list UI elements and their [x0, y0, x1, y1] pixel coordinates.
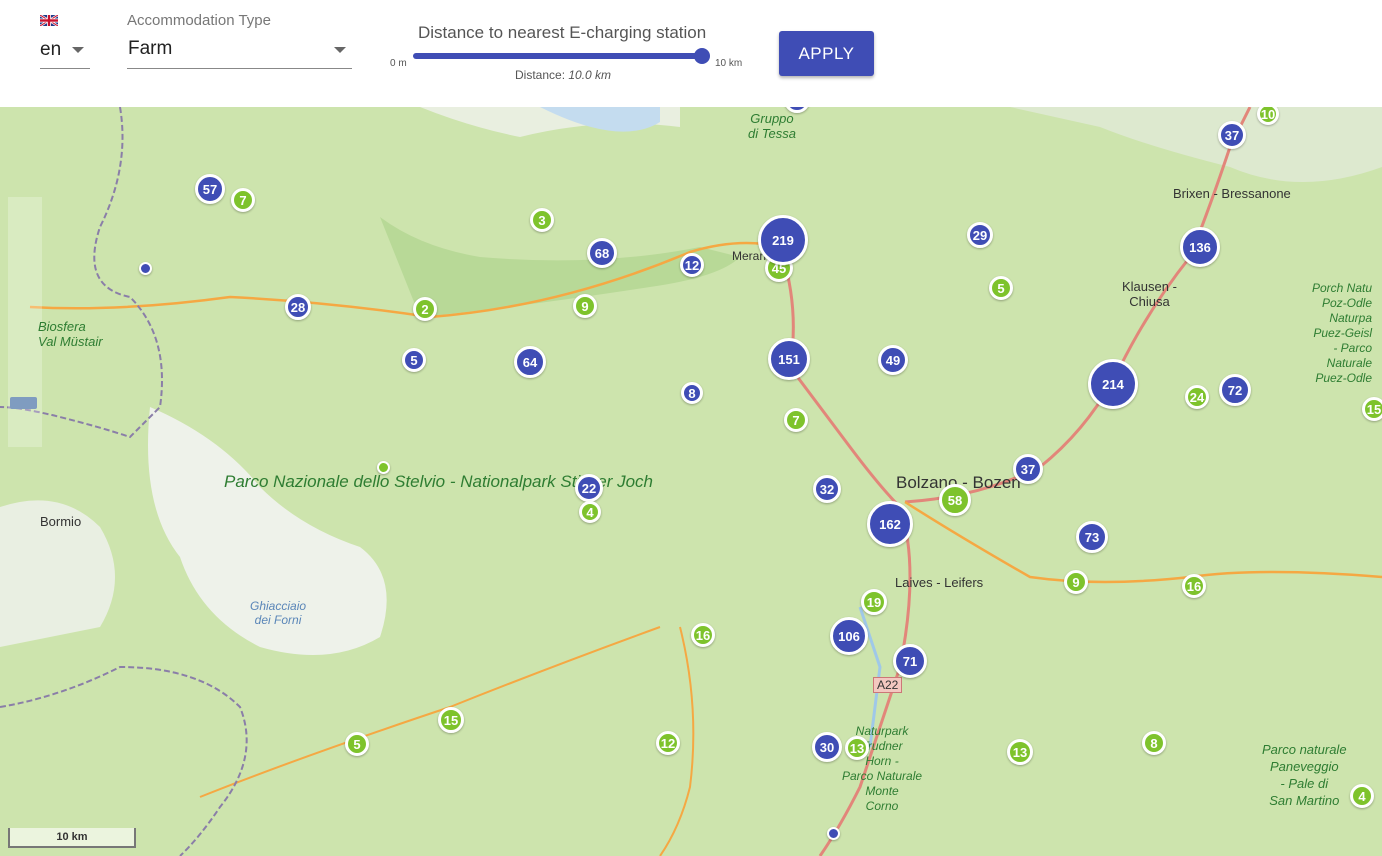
distance-label: Distance to nearest E-charging station — [418, 23, 707, 42]
marker-cluster[interactable]: 9 — [573, 294, 597, 318]
marker-cluster[interactable] — [138, 261, 152, 275]
marker-cluster[interactable]: 2 — [413, 297, 437, 321]
marker-cluster[interactable]: 72 — [1219, 374, 1251, 406]
marker-cluster[interactable]: 151 — [768, 338, 810, 380]
toolbar: en Accommodation Type Farm Distance to n… — [0, 0, 1382, 107]
marker-cluster[interactable]: 5 — [345, 732, 369, 756]
accommodation-type-select[interactable]: Farm — [127, 36, 352, 69]
marker-cluster[interactable] — [376, 460, 390, 474]
marker-cluster[interactable]: 22 — [575, 474, 603, 502]
map[interactable]: Gruppo di Tessa Merano Brixen - Bressano… — [0, 107, 1382, 856]
marker-cluster[interactable]: 58 — [939, 484, 971, 516]
uk-flag-icon — [40, 15, 58, 26]
marker-cluster[interactable]: 37 — [1013, 454, 1043, 484]
marker-cluster[interactable]: 7 — [231, 188, 255, 212]
marker-cluster[interactable]: 7 — [784, 408, 808, 432]
marker-cluster[interactable]: 136 — [1180, 227, 1220, 267]
marker-cluster[interactable]: 9 — [1064, 570, 1088, 594]
marker-cluster[interactable]: 219 — [758, 215, 808, 265]
marker-cluster[interactable]: 5 — [989, 276, 1013, 300]
language-select[interactable]: en — [40, 36, 90, 69]
marker-cluster[interactable]: 32 — [813, 475, 841, 503]
marker-cluster[interactable]: 37 — [1218, 121, 1246, 149]
marker-cluster[interactable]: 71 — [893, 644, 927, 678]
distance-value: 10.0 km — [568, 68, 612, 82]
apply-button[interactable]: APPLY — [779, 31, 874, 76]
distance-prefix: Distance: — [515, 68, 569, 82]
marker-cluster[interactable]: 15 — [1362, 397, 1382, 421]
marker-cluster[interactable]: 4 — [1350, 784, 1374, 808]
marker-cluster[interactable]: 19 — [861, 589, 887, 615]
marker-cluster[interactable]: 24 — [1185, 385, 1209, 409]
marker-cluster[interactable]: 68 — [587, 238, 617, 268]
marker-cluster[interactable]: 64 — [514, 346, 546, 378]
marker-cluster[interactable]: 57 — [195, 174, 225, 204]
scale-bar: 10 km — [8, 828, 136, 848]
marker-cluster[interactable]: 16 — [691, 623, 715, 647]
accommodation-type-label: Accommodation Type — [127, 12, 271, 29]
marker-cluster[interactable]: 10 — [1257, 107, 1279, 125]
marker-cluster[interactable]: 16 — [1182, 574, 1206, 598]
marker-cluster[interactable] — [784, 107, 810, 113]
chevron-down-icon — [334, 47, 346, 53]
distance-slider-track[interactable] — [413, 53, 705, 59]
marker-cluster[interactable]: 29 — [967, 222, 993, 248]
marker-cluster[interactable]: 73 — [1076, 521, 1108, 553]
marker-cluster[interactable]: 5 — [402, 348, 426, 372]
marker-cluster[interactable]: 12 — [656, 731, 680, 755]
marker-cluster[interactable]: 214 — [1088, 359, 1138, 409]
slider-max-label: 10 km — [715, 58, 743, 69]
marker-cluster[interactable]: 30 — [812, 732, 842, 762]
marker-cluster[interactable]: 15 — [438, 707, 464, 733]
marker-cluster[interactable]: 3 — [530, 208, 554, 232]
marker-cluster[interactable]: 8 — [1142, 731, 1166, 755]
marker-cluster[interactable]: 49 — [878, 345, 908, 375]
marker-cluster[interactable]: 162 — [867, 501, 913, 547]
accommodation-type-value: Farm — [128, 38, 173, 59]
marker-cluster[interactable]: 4 — [579, 501, 601, 523]
distance-slider-handle[interactable] — [694, 48, 710, 64]
marker-cluster[interactable]: 13 — [1007, 739, 1033, 765]
marker-cluster[interactable]: 13 — [845, 736, 869, 760]
marker-layer: 57 7 3 68 12 45 219 29 136 37 10 28 2 9 5 5 64 151 49 214 72… — [0, 107, 1382, 856]
distance-readout: Distance: 10.0 km — [515, 68, 611, 82]
chevron-down-icon — [72, 47, 84, 53]
marker-cluster[interactable]: 106 — [830, 617, 868, 655]
marker-cluster[interactable]: 8 — [681, 382, 703, 404]
marker-cluster[interactable]: 28 — [285, 294, 311, 320]
language-value: en — [40, 39, 62, 60]
marker-cluster[interactable]: 12 — [680, 253, 704, 277]
slider-min-label: 0 m — [390, 58, 407, 69]
marker-cluster[interactable] — [826, 826, 840, 840]
